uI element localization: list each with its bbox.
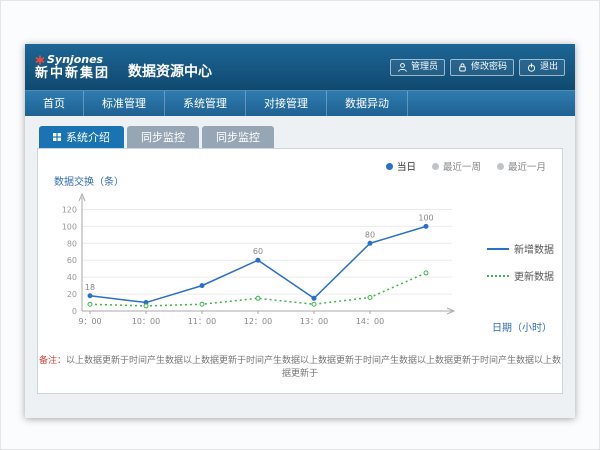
user-icon (397, 62, 408, 73)
brand-subtitle: 新中新集团 (35, 67, 110, 80)
brand-name: Synjones (47, 54, 103, 65)
line-chart-svg: 0 20 40 60 80 100 120 9：00 10：00 11：00 12：00 13：00 1… (56, 193, 486, 333)
filter-1[interactable]: 当日 (386, 159, 416, 173)
tab-label: 系统介绍 (66, 129, 110, 145)
y-axis-title: 数据交换（条） (54, 173, 124, 188)
footnote-text: 以上数据更新于时间产生数据以上数据更新于时间产生数据以上数据更新于时间产生数据以… (66, 356, 561, 379)
brand-logo[interactable]: Synjones 新中新集团 (35, 54, 110, 80)
tab-3[interactable]: 同步监控 (202, 126, 274, 148)
series-legend-item-1[interactable]: 新增数据 (487, 241, 554, 256)
logout-button[interactable]: 退出 (519, 59, 565, 76)
svg-text:11：00: 11：00 (188, 317, 216, 326)
svg-text:10：00: 10：00 (132, 317, 160, 326)
svg-text:60: 60 (253, 247, 263, 256)
nav-item-5[interactable]: 数据异动 (327, 91, 408, 116)
page-title: 数据资源中心 (128, 61, 212, 81)
svg-text:18: 18 (85, 283, 95, 292)
admin-user-button[interactable]: 管理员 (390, 59, 445, 76)
nav-item-1[interactable]: 首页 (25, 91, 84, 116)
main-nav: 首页标准管理系统管理对接管理数据异动 (25, 90, 575, 116)
admin-user-label: 管理员 (411, 62, 438, 73)
filter-dot-icon (432, 163, 439, 170)
tab-label: 同步监控 (216, 129, 260, 145)
filter-dot-icon (386, 163, 393, 170)
svg-text:12：00: 12：00 (244, 317, 272, 326)
tab-bar: 系统介绍 同步监控 同步监控 (39, 126, 575, 148)
svg-text:100: 100 (62, 222, 77, 231)
footnote: 备注：以上数据更新于时间产生数据以上数据更新于时间产生数据以上数据更新于时间产生… (38, 353, 562, 379)
filter-label: 当日 (397, 159, 416, 173)
series-legend: 新增数据更新数据 (487, 241, 554, 283)
footnote-prefix: 备注： (39, 356, 66, 366)
x-axis-title: 日期（小时） (492, 319, 552, 334)
series-legend-item-2[interactable]: 更新数据 (487, 268, 554, 283)
change-password-button[interactable]: 修改密码 (450, 59, 514, 76)
series-name: 更新数据 (514, 268, 554, 283)
nav-item-2[interactable]: 标准管理 (84, 91, 165, 116)
header-actions: 管理员 修改密码 退出 (390, 59, 565, 76)
svg-text:9：00: 9：00 (78, 317, 101, 326)
svg-text:120: 120 (62, 205, 77, 214)
series-line-sample-icon (487, 248, 509, 250)
svg-text:100: 100 (418, 213, 433, 222)
app-window: Synjones 新中新集团 数据资源中心 管理员 修改密码 (25, 44, 575, 418)
top-header: Synjones 新中新集团 数据资源中心 管理员 修改密码 (25, 44, 575, 90)
series-name: 新增数据 (514, 241, 554, 256)
grid-icon (53, 133, 61, 141)
power-icon (526, 62, 537, 73)
legend-filters: 当日 最近一周 最近一月 (386, 159, 546, 173)
logout-label: 退出 (540, 62, 558, 73)
chart-panel: 当日 最近一周 最近一月 数据交换（条） 0 20 40 60 80 100 120 9：00 10… (37, 148, 563, 394)
logo-star-icon (35, 55, 45, 65)
svg-text:20: 20 (67, 290, 77, 299)
filter-dot-icon (497, 163, 504, 170)
change-password-label: 修改密码 (471, 62, 507, 73)
tab-label: 同步监控 (141, 129, 185, 145)
svg-text:0: 0 (72, 307, 77, 316)
filter-label: 最近一月 (508, 159, 546, 173)
filter-label: 最近一周 (443, 159, 481, 173)
svg-text:80: 80 (365, 230, 375, 239)
series-line-sample-icon (487, 275, 509, 277)
tab-2[interactable]: 同步监控 (127, 126, 199, 148)
lock-icon (457, 62, 468, 73)
nav-item-4[interactable]: 对接管理 (246, 91, 327, 116)
svg-text:80: 80 (67, 239, 77, 248)
svg-text:60: 60 (67, 256, 77, 265)
content-area: 系统介绍 同步监控 同步监控 当日 最近一周 最近一月 数据交换（条） 0 20 40 60 8… (25, 116, 575, 418)
svg-text:14：00: 14：00 (356, 317, 384, 326)
filter-3[interactable]: 最近一月 (497, 159, 546, 173)
nav-item-3[interactable]: 系统管理 (165, 91, 246, 116)
svg-text:13：00: 13：00 (300, 317, 328, 326)
svg-text:40: 40 (67, 273, 77, 282)
tab-1[interactable]: 系统介绍 (39, 126, 124, 148)
filter-2[interactable]: 最近一周 (432, 159, 481, 173)
